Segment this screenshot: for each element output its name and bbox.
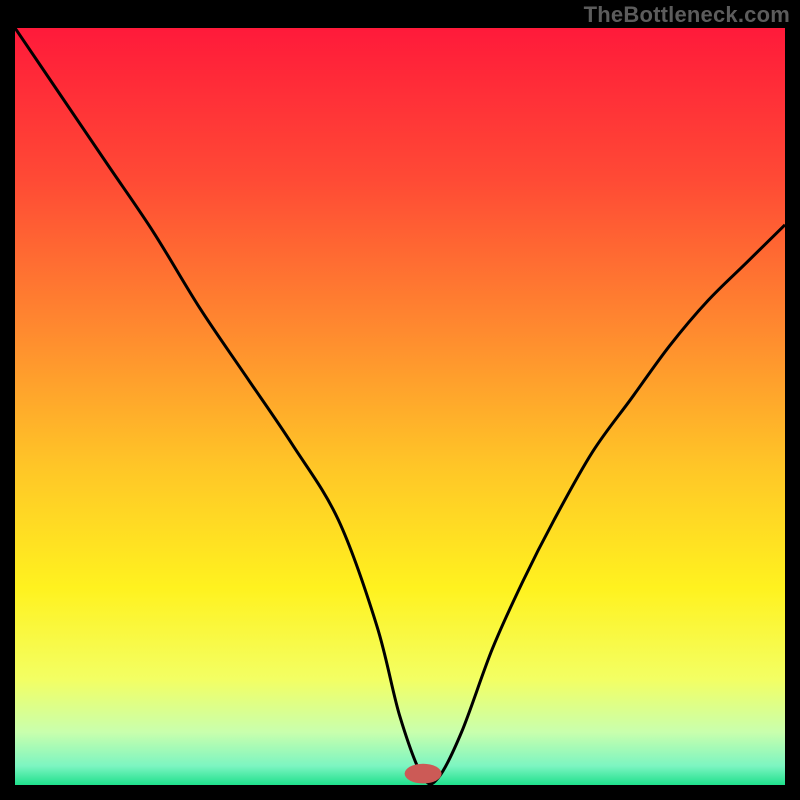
chart-frame: TheBottleneck.com [0, 0, 800, 800]
optimum-marker [405, 764, 442, 784]
watermark-text: TheBottleneck.com [584, 2, 790, 28]
chart-svg [15, 28, 785, 785]
chart-plot-area [15, 28, 785, 785]
gradient-background [15, 28, 785, 785]
